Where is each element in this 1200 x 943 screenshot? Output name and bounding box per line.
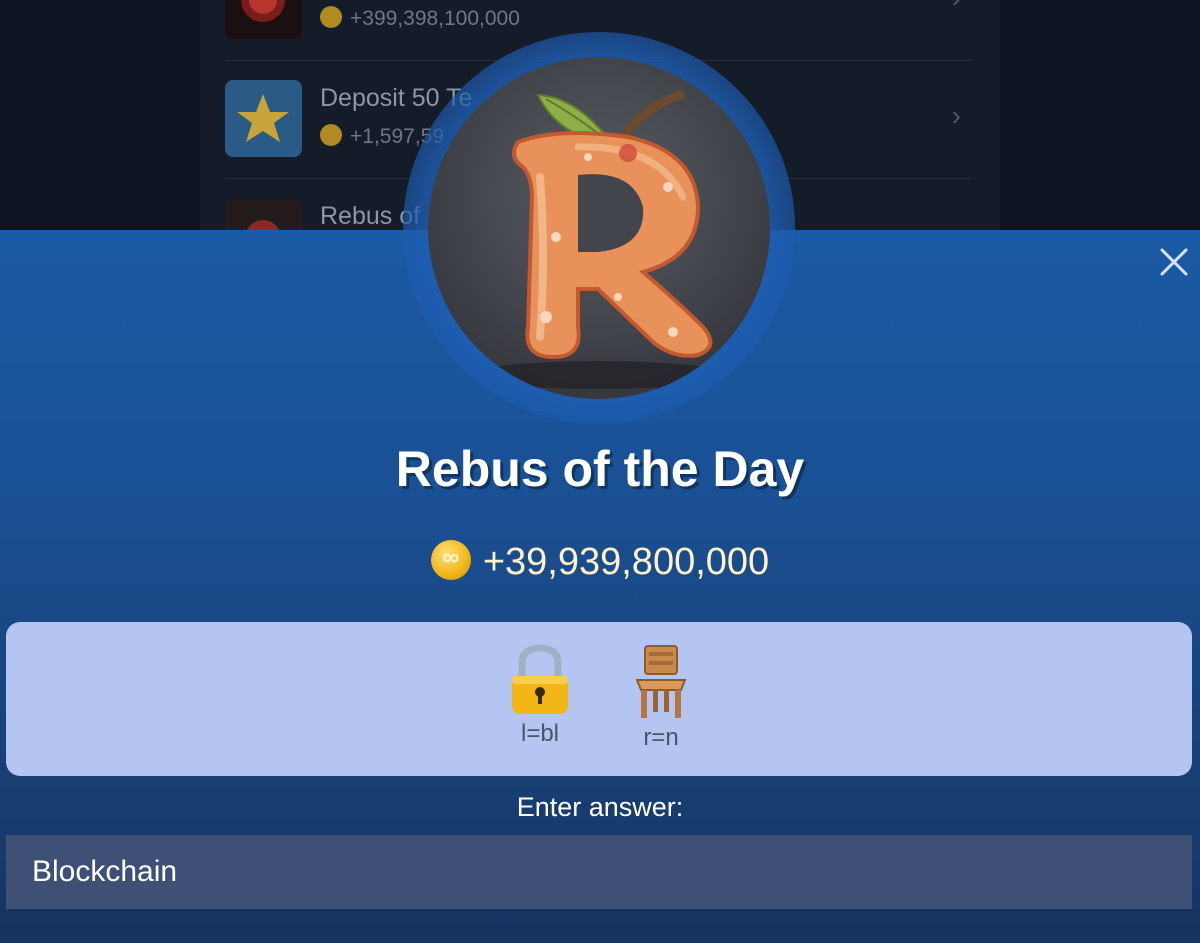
puzzle-item-chair: r=n bbox=[616, 644, 706, 752]
task-thumbnail bbox=[225, 0, 302, 39]
modal-title: Rebus of the Day bbox=[395, 441, 805, 497]
lock-icon bbox=[512, 644, 568, 714]
puzzle-item-lock: l=bl bbox=[495, 644, 585, 748]
close-icon bbox=[1160, 248, 1188, 276]
coin-icon bbox=[320, 6, 342, 28]
rebus-avatar bbox=[428, 57, 770, 399]
answer-label: Enter answer: bbox=[516, 792, 684, 822]
chevron-right-icon: › bbox=[951, 100, 961, 131]
puzzle-caption: l=bl bbox=[520, 720, 560, 747]
coin-icon bbox=[320, 124, 342, 146]
puzzle-caption: r=n bbox=[643, 724, 679, 751]
task-thumbnail bbox=[225, 198, 302, 230]
reward-value: +39,939,800,000 bbox=[482, 541, 770, 583]
answer-input[interactable] bbox=[6, 835, 1192, 909]
coin-icon bbox=[430, 540, 471, 580]
task-thumbnail bbox=[225, 80, 302, 157]
rebus-puzzle-panel: l=bl r=n bbox=[6, 622, 1192, 776]
apple-letter-r-image bbox=[469, 90, 729, 389]
chevron-right-icon: › bbox=[952, 0, 961, 14]
reward-amount: +39,939,800,000 bbox=[0, 540, 1200, 584]
chair-icon bbox=[635, 645, 687, 718]
close-button[interactable] bbox=[1156, 244, 1192, 280]
task-reward: +399,398,100,000 bbox=[320, 6, 520, 31]
